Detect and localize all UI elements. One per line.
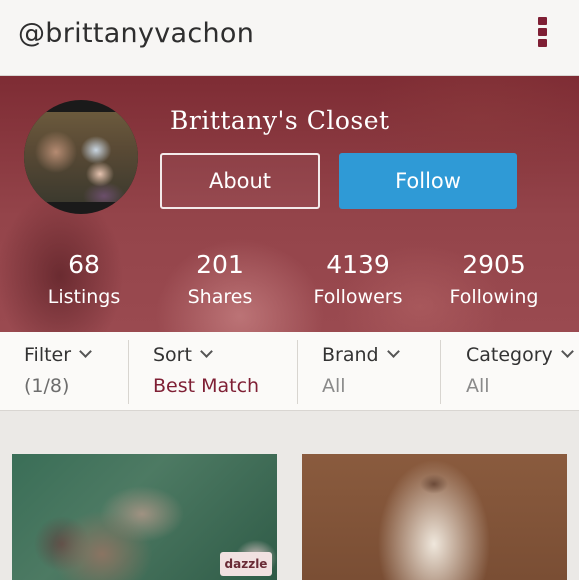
stat-listings[interactable]: 68 Listings [24,248,144,312]
top-bar: @brittanyvachon [0,0,579,76]
chevron-down-icon [386,345,400,358]
closet-title: Brittany's Closet [170,106,390,135]
avatar-photo [24,112,138,202]
filter-dropdown[interactable]: Filter (1/8) [24,332,124,411]
category-dropdown[interactable]: Category All [466,332,579,411]
chevron-down-icon [200,345,213,358]
stat-label: Following [449,286,539,308]
username[interactable]: @brittanyvachon [18,18,254,49]
profile-header: Brittany's Closet About Follow 68 Listin… [0,76,579,332]
listing-tile[interactable] [302,454,567,580]
listing-tile[interactable]: dazzle [12,454,277,580]
sort-label-text: Sort [153,344,192,366]
follow-button[interactable]: Follow [339,153,517,209]
listing-grid: dazzle [0,412,579,580]
brand-label-text: Brand [322,344,379,366]
stat-label: Followers [313,286,403,308]
divider [440,340,441,404]
sort-label: Sort [153,344,213,366]
category-label: Category [466,344,574,366]
divider [128,340,129,404]
chevron-down-icon [79,345,92,358]
stat-followers[interactable]: 4139 Followers [298,248,418,312]
filter-label: Filter [24,344,92,366]
avatar[interactable] [24,100,138,214]
listing-tag: dazzle [220,552,272,576]
chevron-down-icon [560,345,574,358]
about-button[interactable]: About [160,153,320,209]
sort-value: Best Match [153,375,260,397]
stat-label: Shares [187,286,253,308]
stat-value: 201 [196,250,244,279]
kebab-menu-icon[interactable] [534,17,550,53]
brand-label: Brand [322,344,400,366]
brand-value: All [322,375,346,397]
filter-value: (1/8) [24,375,70,397]
stat-value: 68 [68,250,100,279]
divider [297,340,298,404]
stat-label: Listings [47,286,121,308]
stat-value: 4139 [326,250,390,279]
category-value: All [466,375,490,397]
kebab-dot [537,39,547,47]
category-label-text: Category [466,344,553,366]
filter-label-text: Filter [24,344,72,366]
stat-shares[interactable]: 201 Shares [160,248,280,312]
filter-bar: Filter (1/8) Sort Best Match Brand All C… [0,332,579,411]
sort-dropdown[interactable]: Sort Best Match [153,332,293,411]
kebab-dot [537,28,547,36]
stat-value: 2905 [462,250,526,279]
brand-dropdown[interactable]: Brand All [322,332,436,411]
stat-following[interactable]: 2905 Following [434,248,554,312]
kebab-dot [537,17,547,25]
